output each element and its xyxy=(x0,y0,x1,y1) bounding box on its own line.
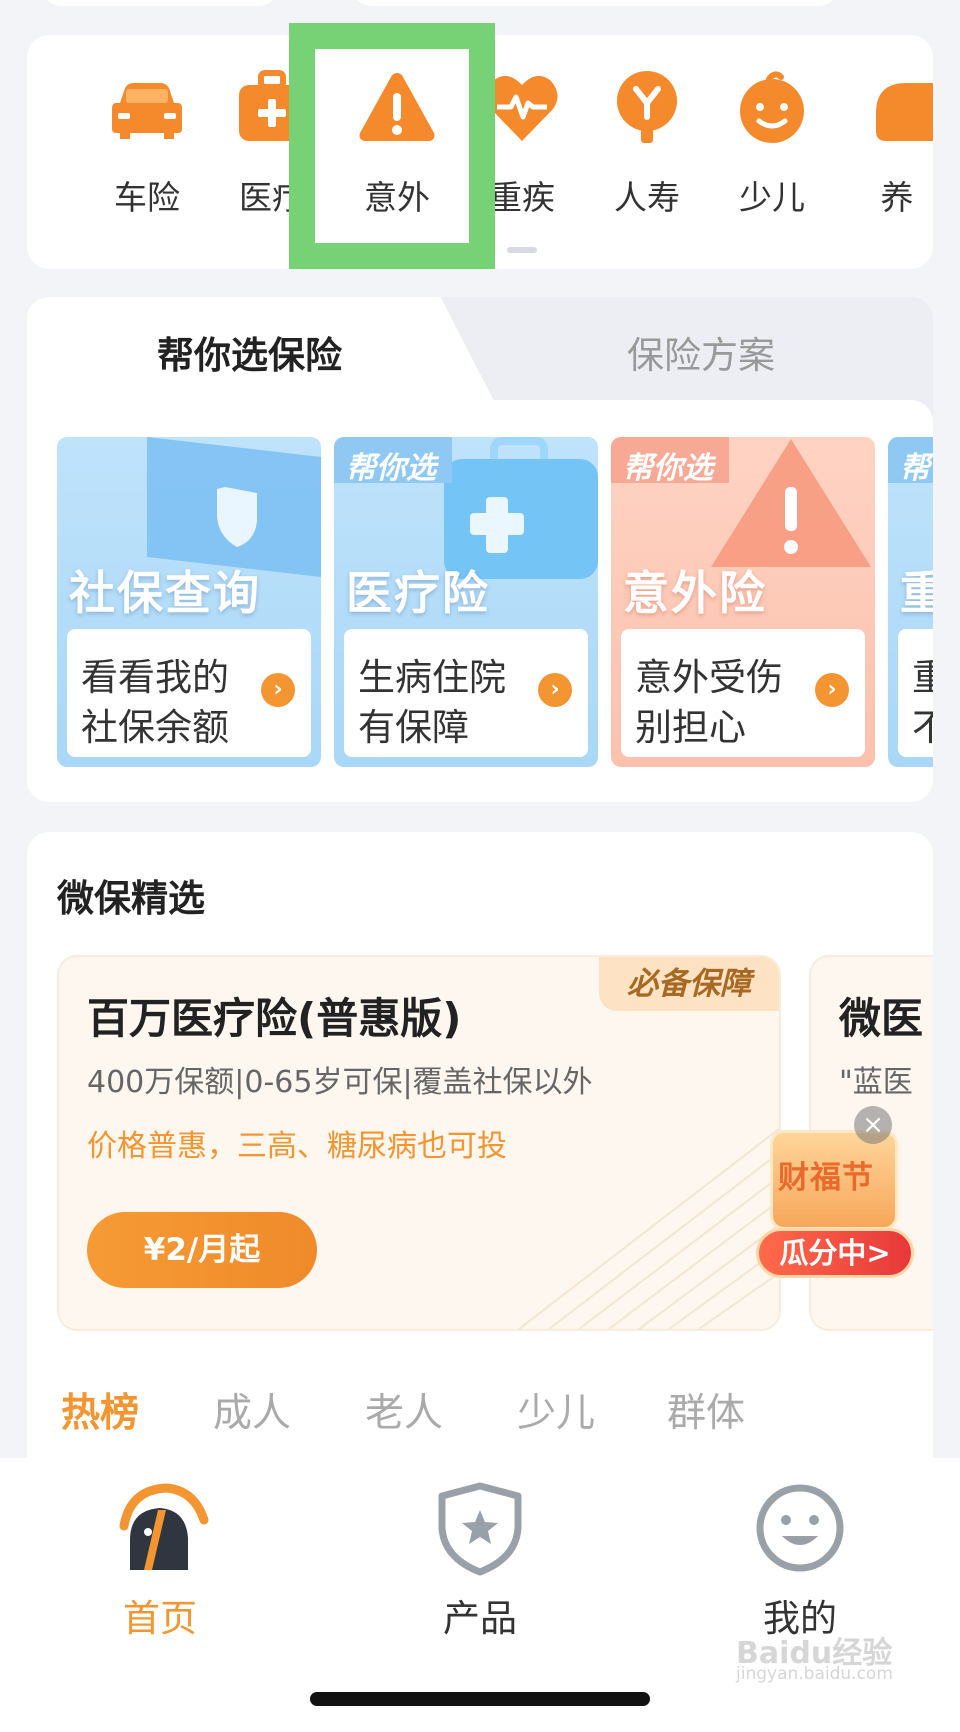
card-line-1: 看看我的 xyxy=(81,656,229,699)
category-label: 少儿 xyxy=(739,178,805,217)
help-choose-card: 帮你选保险 保险方案 社保查询 看看我的 社保余额 › 帮你选 医疗险 生病住院… xyxy=(27,297,933,802)
card-line-1: 生病住院 xyxy=(358,656,506,699)
chevron-right-icon[interactable]: › xyxy=(261,673,295,707)
tree-icon xyxy=(617,71,677,143)
tab-children[interactable]: 少儿 xyxy=(517,1382,595,1438)
top-card-stub xyxy=(40,0,280,6)
card-badge: 帮 xyxy=(888,437,933,486)
category-sub-tabs: 热榜 成人 老人 少儿 群体 xyxy=(27,1382,933,1462)
card-title: 意外险 xyxy=(623,566,767,620)
tab-help-choose-label[interactable]: 帮你选保险 xyxy=(157,325,342,379)
partial-icon xyxy=(876,83,933,141)
category-pension[interactable]: 养 xyxy=(847,69,933,229)
card-inner: 意外受伤 别担心 › xyxy=(621,629,865,757)
medical-insurance-card[interactable]: 帮你选 医疗险 生病住院 有保障 › xyxy=(334,437,598,767)
social-security-card[interactable]: 社保查询 看看我的 社保余额 › xyxy=(57,437,321,767)
top-card-stub xyxy=(350,0,840,6)
home-indicator[interactable] xyxy=(310,1692,650,1706)
product-description: 400万保额|0-65岁可保|覆盖社保以外 xyxy=(87,1065,593,1100)
card-line-2: 别担心 xyxy=(635,706,746,749)
shield-star-icon xyxy=(438,1482,522,1576)
close-icon[interactable]: × xyxy=(854,1106,892,1144)
promo-button[interactable]: 瓜分中> xyxy=(756,1228,914,1278)
watermark-url: jingyan.baidu.com xyxy=(736,1664,893,1684)
nav-mine[interactable]: 我的 xyxy=(700,1480,900,1642)
tab-elderly[interactable]: 老人 xyxy=(365,1382,443,1438)
chevron-right-icon[interactable]: › xyxy=(538,673,572,707)
card-title: 社保查询 xyxy=(69,566,261,620)
tab-group[interactable]: 群体 xyxy=(667,1382,745,1438)
home-logo-icon xyxy=(119,1483,209,1570)
tab-insurance-plans[interactable]: 保险方案 xyxy=(627,325,775,379)
category-label: 养 xyxy=(880,178,914,217)
tab-adult[interactable]: 成人 xyxy=(213,1382,291,1438)
category-life[interactable]: 人寿 xyxy=(597,69,697,229)
nav-label: 产品 xyxy=(443,1597,517,1640)
help-cards-scroller[interactable]: 社保查询 看看我的 社保余额 › 帮你选 医疗险 生病住院 有保障 › 帮你选 … xyxy=(57,437,933,767)
card-inner: 生病住院 有保障 › xyxy=(344,629,588,757)
nav-home[interactable]: 首页 xyxy=(60,1480,260,1642)
category-label: 人寿 xyxy=(614,178,680,217)
chevron-right-icon[interactable]: › xyxy=(815,673,849,707)
nav-products[interactable]: 产品 xyxy=(380,1480,580,1642)
card-line-1: 意外受伤 xyxy=(635,656,783,699)
nav-label: 首页 xyxy=(123,1597,197,1640)
tab-hot[interactable]: 热榜 xyxy=(61,1382,139,1438)
baby-face-icon xyxy=(740,71,804,143)
card-inner: 重 不 xyxy=(898,629,933,757)
card-title: 医疗险 xyxy=(346,566,490,620)
card-line-1: 重 xyxy=(912,656,933,699)
decorative-lines-icon xyxy=(518,1128,779,1329)
product-card[interactable]: 必备保障 百万医疗险(普惠版) 400万保额|0-65岁可保|覆盖社保以外 价格… xyxy=(57,955,781,1331)
card-inner: 看看我的 社保余额 › xyxy=(67,629,311,757)
accident-insurance-card[interactable]: 帮你选 意外险 意外受伤 别担心 › xyxy=(611,437,875,767)
promo-title: 财福节 xyxy=(778,1160,874,1196)
product-tag: 必备保障 xyxy=(599,957,779,1011)
card-title: 重 xyxy=(900,566,933,620)
highlight-box xyxy=(289,23,495,269)
scroll-indicator xyxy=(507,247,537,253)
category-car[interactable]: 车险 xyxy=(97,69,197,229)
card-line-2: 社保余额 xyxy=(81,706,229,749)
card-line-2: 不 xyxy=(912,706,933,749)
category-label: 车险 xyxy=(114,178,180,217)
card-line-2: 有保障 xyxy=(358,706,469,749)
promo-widget[interactable]: 财福节 瓜分中> × xyxy=(750,1100,920,1290)
price-button[interactable]: ¥2/月起 xyxy=(87,1212,317,1288)
card-badge: 帮你选 xyxy=(611,437,729,486)
smiley-icon xyxy=(756,1484,844,1572)
product-name: 微医 xyxy=(839,994,924,1043)
car-icon xyxy=(112,83,182,139)
card-badge: 帮你选 xyxy=(334,437,452,486)
product-feature: 价格普惠，三高、糖尿病也可投 xyxy=(87,1129,507,1164)
bottom-navigation: 首页 产品 我的 Baidu经验 jingyan.baidu.com xyxy=(0,1458,960,1732)
category-children[interactable]: 少儿 xyxy=(722,69,822,229)
product-description: "蓝医 xyxy=(839,1065,913,1100)
product-name: 百万医疗险(普惠版) xyxy=(87,994,462,1043)
section-title: 微保精选 xyxy=(57,877,205,920)
critical-illness-card[interactable]: 帮 重 重 不 xyxy=(888,437,933,767)
